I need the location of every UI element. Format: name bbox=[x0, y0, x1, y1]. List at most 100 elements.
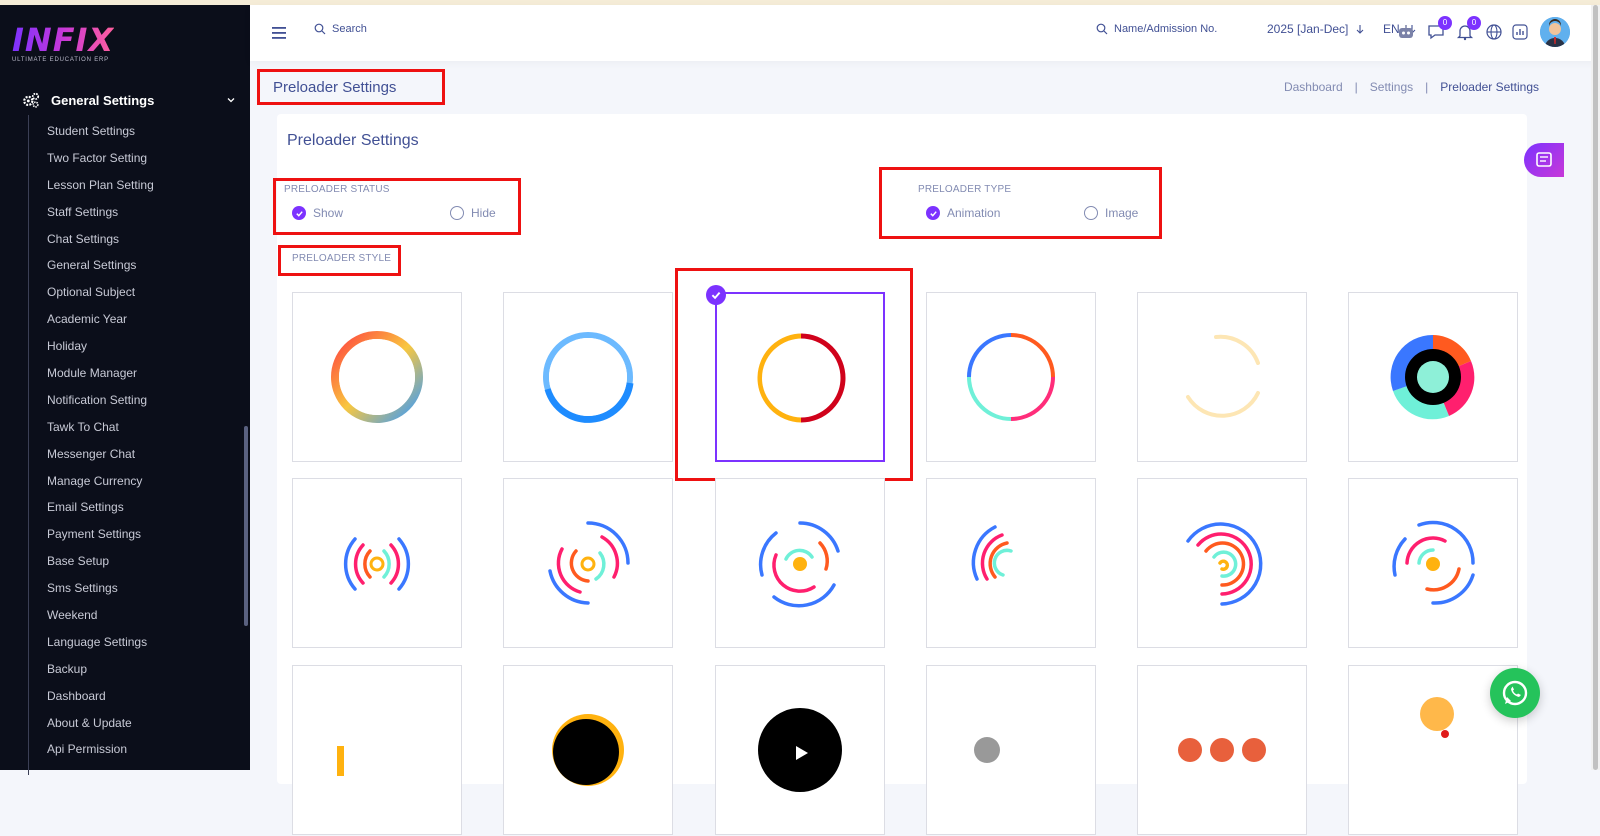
sidebar-item-about-update[interactable]: About & Update bbox=[47, 710, 154, 737]
preloader-style-option[interactable] bbox=[1137, 478, 1307, 648]
breadcrumb: Dashboard | Settings | Preloader Setting… bbox=[1284, 80, 1539, 94]
sidebar-item-email-settings[interactable]: Email Settings bbox=[47, 494, 154, 521]
chart-icon[interactable] bbox=[1510, 22, 1530, 42]
sidebar-item-student-settings[interactable]: Student Settings bbox=[47, 118, 154, 145]
radio-status-show[interactable]: Show bbox=[292, 206, 343, 220]
preloader-style-option[interactable] bbox=[503, 665, 673, 835]
bell-notification[interactable]: 0 bbox=[1455, 16, 1481, 42]
radio-label: Hide bbox=[471, 206, 496, 220]
sidebar-section-general-settings[interactable]: General Settings bbox=[22, 87, 236, 113]
sidebar-item-manage-currency[interactable]: Manage Currency bbox=[47, 468, 154, 495]
arrow-down-icon bbox=[1357, 25, 1364, 34]
preloader-style-option[interactable] bbox=[503, 478, 673, 648]
preloader-three-dots-icon bbox=[1178, 738, 1266, 762]
submenu-line bbox=[28, 115, 29, 775]
sidebar-item-language-settings[interactable]: Language Settings bbox=[47, 629, 154, 656]
chat-notification[interactable]: 0 bbox=[1426, 16, 1452, 42]
preloader-style-option[interactable] bbox=[926, 665, 1096, 835]
logo-subtitle: ULTIMATE EDUCATION ERP bbox=[12, 57, 109, 63]
academic-year-dropdown[interactable]: 2025 [Jan-Dec] bbox=[1267, 22, 1366, 36]
top-header: Search Name/Admission No. 2025 [Jan-Dec]… bbox=[250, 5, 1600, 61]
preloader-style-option[interactable] bbox=[503, 292, 673, 462]
radio-label: Image bbox=[1105, 206, 1139, 220]
breadcrumb-separator: | bbox=[1425, 80, 1429, 94]
sidebar-item-messenger-chat[interactable]: Messenger Chat bbox=[47, 441, 154, 468]
preloader-style-option[interactable] bbox=[715, 665, 885, 835]
sidebar-item-staff-settings[interactable]: Staff Settings bbox=[47, 199, 154, 226]
preloader-style-label: PRELOADER STYLE bbox=[292, 253, 392, 264]
preloader-arcs-side-icon bbox=[343, 537, 411, 591]
whatsapp-icon bbox=[1502, 680, 1528, 706]
admission-search-label: Name/Admission No. bbox=[1114, 23, 1218, 35]
sidebar-item-chat-settings[interactable]: Chat Settings bbox=[47, 226, 154, 253]
gears-icon bbox=[23, 92, 40, 108]
preloader-style-option[interactable] bbox=[926, 478, 1096, 648]
sidebar-item-holiday[interactable]: Holiday bbox=[47, 333, 154, 360]
preloader-style-option[interactable] bbox=[1348, 292, 1518, 462]
sidebar-item-weekend[interactable]: Weekend bbox=[47, 602, 154, 629]
sidebar-item-payment-settings[interactable]: Payment Settings bbox=[47, 521, 154, 548]
preloader-style-option[interactable] bbox=[1137, 665, 1307, 835]
highlight-box-type bbox=[879, 167, 1162, 239]
preloader-style-option[interactable] bbox=[1348, 478, 1518, 648]
preloader-style-option[interactable] bbox=[292, 292, 462, 462]
logo[interactable]: INFIX ULTIMATE EDUCATION ERP bbox=[12, 23, 114, 63]
sidebar-item-academic-year[interactable]: Academic Year bbox=[47, 306, 154, 333]
preloader-style-option[interactable] bbox=[292, 665, 462, 835]
chevron-down-icon bbox=[227, 98, 235, 103]
radio-label: Animation bbox=[947, 206, 1001, 220]
sidebar-item-base-setup[interactable]: Base Setup bbox=[47, 548, 154, 575]
sidebar-item-lesson-plan-setting[interactable]: Lesson Plan Setting bbox=[47, 172, 154, 199]
search-icon bbox=[1096, 23, 1108, 35]
page-scrollbar[interactable] bbox=[1591, 5, 1600, 770]
breadcrumb-current: Preloader Settings bbox=[1440, 80, 1539, 94]
sidebar-item-general-settings[interactable]: General Settings bbox=[47, 252, 154, 279]
radio-type-animation[interactable]: Animation bbox=[926, 206, 1000, 220]
robot-icon[interactable] bbox=[1396, 22, 1416, 42]
radio-checked-icon bbox=[292, 206, 306, 220]
preloader-style-option[interactable] bbox=[926, 292, 1096, 462]
sidebar-item-module-manager[interactable]: Module Manager bbox=[47, 360, 154, 387]
sidebar-item-tawk-to-chat[interactable]: Tawk To Chat bbox=[47, 414, 154, 441]
preloader-donut-icon bbox=[1390, 334, 1475, 420]
preloader-style-option[interactable] bbox=[1137, 292, 1307, 462]
breadcrumb-separator: | bbox=[1354, 80, 1358, 94]
breadcrumb-dashboard[interactable]: Dashboard bbox=[1284, 80, 1343, 94]
check-icon bbox=[706, 285, 726, 305]
hamburger-menu-icon[interactable] bbox=[271, 26, 287, 40]
radio-unchecked-icon bbox=[450, 206, 464, 220]
avatar-icon bbox=[1540, 17, 1570, 47]
preloader-arcs-quarter-icon bbox=[971, 525, 1013, 581]
preloader-type-label: PRELOADER TYPE bbox=[918, 184, 1012, 195]
page-scrollbar-thumb[interactable] bbox=[1593, 5, 1598, 770]
preloader-style-option[interactable] bbox=[292, 478, 462, 648]
sidebar-item-sms-settings[interactable]: Sms Settings bbox=[47, 575, 154, 602]
preloader-gray-dot-icon bbox=[974, 737, 1000, 763]
preloader-play-circle-icon bbox=[758, 708, 842, 792]
whatsapp-button[interactable] bbox=[1490, 668, 1540, 718]
floating-cart-button[interactable] bbox=[1524, 143, 1564, 177]
sidebar-item-notification-setting[interactable]: Notification Setting bbox=[47, 387, 154, 414]
radio-status-hide[interactable]: Hide bbox=[450, 206, 496, 220]
sidebar-item-api-permission[interactable]: Api Permission bbox=[47, 736, 154, 763]
sidebar-item-two-factor-setting[interactable]: Two Factor Setting bbox=[47, 145, 154, 172]
header-search[interactable]: Search bbox=[314, 23, 367, 35]
preloader-style-option[interactable] bbox=[715, 478, 885, 648]
sidebar-item-dashboard[interactable]: Dashboard bbox=[47, 683, 154, 710]
notification-badge: 0 bbox=[1467, 16, 1481, 30]
chat-badge: 0 bbox=[1438, 16, 1452, 30]
sidebar-item-optional-subject[interactable]: Optional Subject bbox=[47, 279, 154, 306]
radio-type-image[interactable]: Image bbox=[1084, 206, 1138, 220]
preloader-ring-blue-icon bbox=[543, 332, 634, 423]
user-avatar[interactable] bbox=[1540, 17, 1570, 47]
card-title: Preloader Settings bbox=[287, 132, 419, 149]
globe-icon[interactable] bbox=[1484, 22, 1504, 42]
sidebar-item-backup[interactable]: Backup bbox=[47, 656, 154, 683]
sidebar-scrollbar[interactable] bbox=[244, 426, 248, 626]
search-label: Search bbox=[332, 23, 367, 35]
admission-search[interactable]: Name/Admission No. bbox=[1096, 23, 1217, 35]
preloader-status-label: PRELOADER STATUS bbox=[284, 184, 390, 195]
sidebar-submenu: Student Settings Two Factor Setting Lesson… bbox=[47, 118, 154, 763]
academic-year-label: 2025 [Jan-Dec] bbox=[1267, 22, 1349, 36]
breadcrumb-settings[interactable]: Settings bbox=[1370, 80, 1413, 94]
